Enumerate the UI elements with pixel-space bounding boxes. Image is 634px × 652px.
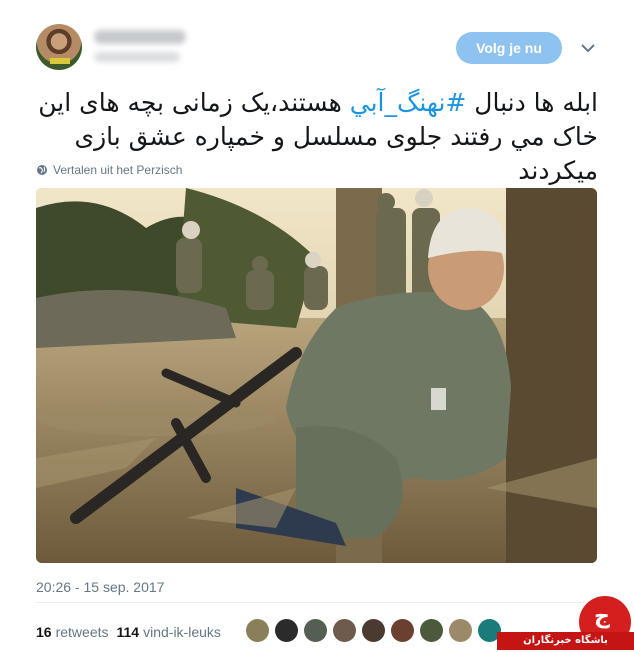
- blurred-user-name[interactable]: [94, 30, 186, 44]
- translate-label: Vertalen uit het Perzisch: [53, 163, 183, 177]
- liker-avatar[interactable]: [275, 619, 298, 642]
- follow-button[interactable]: Volg je nu: [456, 32, 562, 64]
- brand-watermark: ج باشگاه خبرنگاران: [497, 596, 634, 652]
- liker-avatar[interactable]: [449, 619, 472, 642]
- translate-link[interactable]: Vertalen uit het Perzisch: [36, 163, 182, 177]
- liker-avatar[interactable]: [420, 619, 443, 642]
- likes-count: 114: [116, 624, 140, 640]
- tweet-card: Volg je nu ابله ها دنبال #نهنگ_آبي هستند…: [0, 0, 634, 652]
- chevron-down-icon[interactable]: [578, 38, 598, 58]
- likes-label: vind-ik-leuks: [143, 624, 221, 640]
- globe-icon: [37, 165, 47, 175]
- likers-avatars: [246, 619, 501, 642]
- tweet-stats: 16 retweets 114 vind-ik-leuks: [36, 624, 221, 640]
- likes-stat[interactable]: 114 vind-ik-leuks: [117, 624, 221, 640]
- liker-avatar[interactable]: [362, 619, 385, 642]
- retweets-stat[interactable]: 16 retweets: [36, 624, 109, 640]
- hashtag-link[interactable]: #نهنگ_آبي: [350, 88, 467, 117]
- tweet-photo[interactable]: [36, 188, 597, 563]
- tweet-text-part: ابله ها دنبال: [466, 88, 598, 117]
- liker-avatar[interactable]: [333, 619, 356, 642]
- liker-avatar[interactable]: [391, 619, 414, 642]
- tweet-timestamp[interactable]: 20:26 - 15 sep. 2017: [36, 579, 164, 595]
- liker-avatar[interactable]: [246, 619, 269, 642]
- blurred-user-handle: [94, 52, 180, 62]
- liker-avatar[interactable]: [304, 619, 327, 642]
- brand-logo-glyph: ج: [594, 604, 610, 629]
- retweets-count: 16: [36, 624, 52, 640]
- avatar[interactable]: [36, 24, 82, 70]
- brand-label: باشگاه خبرنگاران: [497, 632, 634, 650]
- retweets-label: retweets: [55, 624, 109, 640]
- soldier-photo: [36, 188, 597, 563]
